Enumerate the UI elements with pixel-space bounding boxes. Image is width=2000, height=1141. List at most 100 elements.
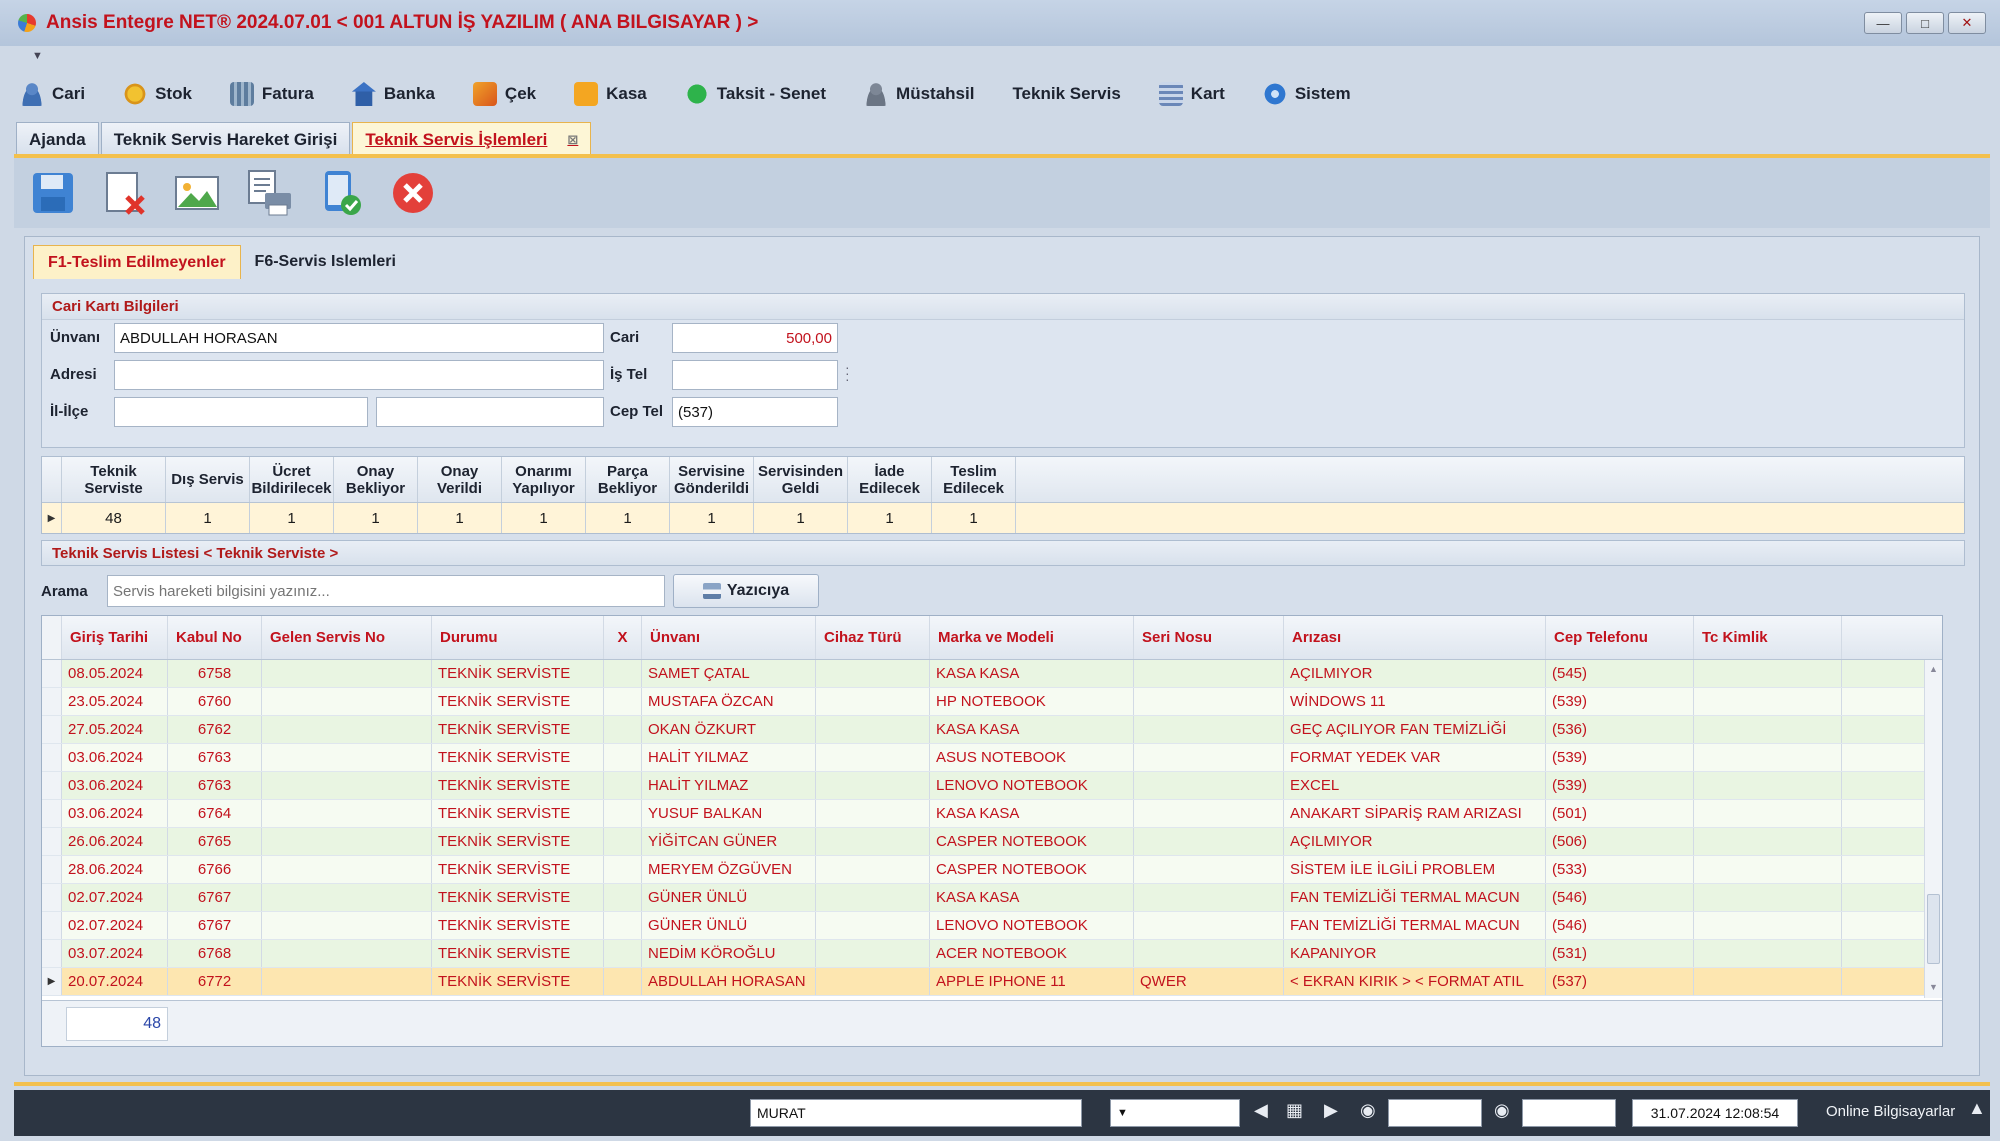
tab-servis-islemleri[interactable]: F6-Servis Islemleri [241, 245, 410, 279]
cancel-button[interactable] [388, 168, 438, 218]
tab-teknik-servis-islemleri[interactable]: Teknik Servis İşlemleri ⊠ [352, 122, 592, 156]
menu-ek[interactable]: Çek [472, 82, 536, 106]
column-header[interactable]: Kabul No [168, 616, 262, 659]
print-button[interactable]: Yazıcıya [673, 574, 819, 608]
table-row[interactable]: 03.07.2024 6768 TEKNİK SERVİSTE NEDİM KÖROĞ… [42, 940, 1942, 968]
column-header[interactable]: Gelen Servis No [262, 616, 432, 659]
menu-taksit-senet[interactable]: Taksit - Senet [684, 82, 826, 106]
print-preview-button[interactable] [244, 168, 294, 218]
table-cell [1134, 800, 1284, 827]
column-header[interactable]: Giriş Tarihi [62, 616, 168, 659]
quick-access-dropdown-icon[interactable]: ▼ [32, 50, 43, 62]
confirm-device-button[interactable] [316, 168, 366, 218]
menu-m-stahsil[interactable]: Müstahsil [864, 82, 974, 106]
summary-header[interactable]: Dış Servis [166, 457, 250, 502]
column-header[interactable]: Ünvanı [642, 616, 816, 659]
table-row[interactable]: 08.05.2024 6758 TEKNİK SERVİSTE SAMET ÇATAL… [42, 660, 1942, 688]
menu-kart[interactable]: Kart [1158, 82, 1225, 106]
menu-sistem[interactable]: Sistem [1262, 82, 1351, 106]
cep-tel-field[interactable]: (537) [672, 397, 838, 427]
summary-value[interactable]: 1 [848, 503, 932, 533]
column-header[interactable]: Cep Telefonu [1546, 616, 1694, 659]
row-indicator [42, 616, 62, 659]
table-row[interactable]: ▶ 20.07.2024 6772 TEKNİK SERVİSTE ABDULLAH H… [42, 968, 1942, 996]
summary-header[interactable]: Servisine Gönderildi [670, 457, 754, 502]
period-dropdown[interactable]: ▼ [1110, 1099, 1240, 1127]
calendar-icon[interactable]: ▦ [1286, 1100, 1303, 1121]
scroll-thumb[interactable] [1927, 894, 1940, 964]
menu-fatura[interactable]: Fatura [229, 82, 314, 106]
next-arrow-icon[interactable]: ▶ [1324, 1100, 1338, 1121]
menu-stok[interactable]: Stok [123, 82, 192, 106]
summary-value[interactable]: 48 [62, 503, 166, 533]
table-row[interactable]: 28.06.2024 6766 TEKNİK SERVİSTE MERYEM ÖZGÜ… [42, 856, 1942, 884]
column-header[interactable]: Tc Kimlik [1694, 616, 1842, 659]
online-computers-label[interactable]: Online Bilgisayarlar [1826, 1103, 1955, 1120]
summary-header[interactable]: Ücret Bildirilecek [250, 457, 334, 502]
arrow-up-icon[interactable]: ▲ [1968, 1098, 1986, 1119]
table-row[interactable]: 03.06.2024 6763 TEKNİK SERVİSTE HALİT YILMA… [42, 744, 1942, 772]
tab-ajanda[interactable]: Ajanda [16, 122, 99, 156]
summary-header[interactable]: Onay Verildi [418, 457, 502, 502]
summary-value[interactable]: 1 [250, 503, 334, 533]
close-button[interactable]: ✕ [1948, 12, 1986, 34]
save-button[interactable] [28, 168, 78, 218]
euro-rate-field[interactable] [1522, 1099, 1616, 1127]
summary-value[interactable]: 1 [334, 503, 418, 533]
tab-teslim-edilmeyenler[interactable]: F1-Teslim Edilmeyenler [33, 245, 241, 279]
table-row[interactable]: 02.07.2024 6767 TEKNİK SERVİSTE GÜNER ÜNLÜ L… [42, 912, 1942, 940]
image-button[interactable] [172, 168, 222, 218]
table-row[interactable]: 02.07.2024 6767 TEKNİK SERVİSTE GÜNER ÜNLÜ K… [42, 884, 1942, 912]
unvan-field[interactable]: ABDULLAH HORASAN [114, 323, 604, 353]
column-header[interactable]: Marka ve Modeli [930, 616, 1134, 659]
il-field[interactable] [114, 397, 368, 427]
summary-header[interactable]: Onay Bekliyor [334, 457, 418, 502]
adres-field[interactable] [114, 360, 604, 390]
table-cell [1694, 688, 1842, 715]
summary-value[interactable]: 1 [670, 503, 754, 533]
column-header[interactable]: X [604, 616, 642, 659]
summary-value[interactable]: 1 [932, 503, 1016, 533]
table-row[interactable]: 26.06.2024 6765 TEKNİK SERVİSTE YİĞİTCAN GÜ… [42, 828, 1942, 856]
summary-value[interactable]: 1 [166, 503, 250, 533]
scroll-down-icon[interactable]: ▼ [1929, 982, 1938, 992]
summary-value[interactable]: 1 [502, 503, 586, 533]
maximize-button[interactable]: □ [1906, 12, 1944, 34]
summary-values-row[interactable]: ▶ 48 1 1 1 1 1 1 1 1 1 1 [42, 503, 1964, 533]
is-tel-field[interactable] [672, 360, 838, 390]
summary-header[interactable]: Teslim Edilecek [932, 457, 1016, 502]
table-row[interactable]: 27.05.2024 6762 TEKNİK SERVİSTE OKAN ÖZKURT… [42, 716, 1942, 744]
ilce-field[interactable] [376, 397, 604, 427]
tab-teknik-servis-hareket-girisi[interactable]: Teknik Servis Hareket Girişi [100, 122, 351, 156]
column-header[interactable]: Cihaz Türü [816, 616, 930, 659]
summary-header[interactable]: Servisinden Geldi [754, 457, 848, 502]
table-row[interactable]: 03.06.2024 6763 TEKNİK SERVİSTE HALİT YILMA… [42, 772, 1942, 800]
column-header[interactable]: Durumu [432, 616, 604, 659]
menu-cari[interactable]: Cari [20, 82, 85, 106]
table-row[interactable]: 23.05.2024 6760 TEKNİK SERVİSTE MUSTAFA ÖZC… [42, 688, 1942, 716]
summary-value[interactable]: 1 [754, 503, 848, 533]
summary-value[interactable]: 1 [586, 503, 670, 533]
minimize-button[interactable]: — [1864, 12, 1902, 34]
summary-header[interactable]: Teknik Serviste [62, 457, 166, 502]
dollar-rate-field[interactable] [1388, 1099, 1482, 1127]
summary-header[interactable]: Onarımı Yapılıyor [502, 457, 586, 502]
vertical-scrollbar[interactable]: ▲ ▼ [1924, 660, 1942, 998]
pin-icon[interactable]: ⊠ [567, 132, 578, 148]
summary-header[interactable]: İade Edilecek [848, 457, 932, 502]
more-dots-icon[interactable]: · · · [845, 360, 850, 386]
delete-button[interactable] [100, 168, 150, 218]
menu-teknik-servis[interactable]: Teknik Servis [1012, 84, 1120, 104]
column-header[interactable]: Arızası [1284, 616, 1546, 659]
column-header[interactable]: Seri Nosu [1134, 616, 1284, 659]
search-input[interactable] [107, 575, 665, 607]
scroll-up-icon[interactable]: ▲ [1929, 664, 1938, 674]
adres-label: Adresi [50, 366, 97, 383]
summary-value[interactable]: 1 [418, 503, 502, 533]
menu-kasa[interactable]: Kasa [574, 82, 647, 106]
menu-banka[interactable]: Banka [351, 82, 435, 106]
table-row[interactable]: 03.06.2024 6764 TEKNİK SERVİSTE YUSUF BALKA… [42, 800, 1942, 828]
cari-balance-field[interactable]: 500,00 [672, 323, 838, 353]
summary-header[interactable]: Parça Bekliyor [586, 457, 670, 502]
prev-arrow-icon[interactable]: ◀ [1254, 1100, 1268, 1121]
